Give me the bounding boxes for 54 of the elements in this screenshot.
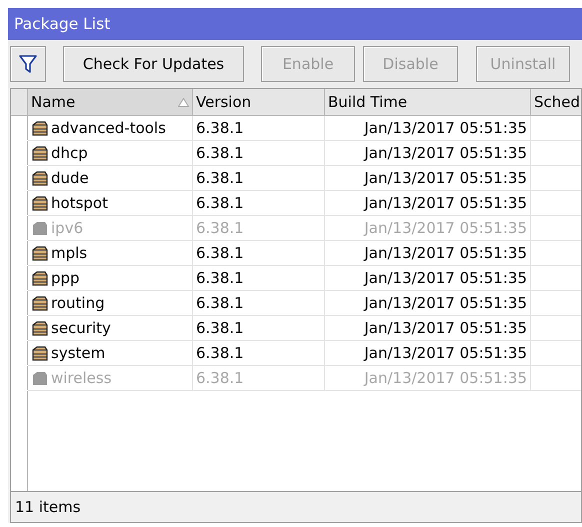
column-header[interactable]: Sched (531, 89, 581, 116)
table-cell: 6.38.1 (193, 216, 325, 241)
table-cell: mpls (28, 241, 193, 266)
table-cell: ipv6 (28, 216, 193, 241)
table-cell: 6.38.1 (193, 341, 325, 366)
column-header[interactable]: Build Time (325, 89, 531, 116)
table-cell: 6.38.1 (193, 166, 325, 191)
table-cell: security (28, 316, 193, 341)
toolbar-button[interactable]: Check For Updates (63, 46, 244, 82)
window-title: Package List (14, 15, 110, 33)
table-cell: wireless (28, 366, 193, 391)
table-cell: system (28, 341, 193, 366)
filter-icon (19, 54, 37, 74)
table-cell: 6.38.1 (193, 366, 325, 391)
item-count: 11 items (15, 498, 81, 516)
table-cell: 6.38.1 (193, 116, 325, 141)
sort-arrow-icon (178, 98, 189, 106)
package-icon (31, 320, 49, 336)
package-icon (31, 270, 49, 286)
table-cell: Jan/13/2017 05:51:35 (325, 191, 531, 216)
filter-button[interactable] (10, 46, 46, 82)
package-icon (31, 296, 49, 310)
table-cell: Jan/13/2017 05:51:35 (325, 116, 531, 141)
table-cell: 6.38.1 (193, 191, 325, 216)
table-cell: Jan/13/2017 05:51:35 (325, 141, 531, 166)
table-cell: 6.38.1 (193, 291, 325, 316)
column-header[interactable]: Version (193, 89, 325, 116)
table-cell: 6.38.1 (193, 316, 325, 341)
table-cell: advanced-tools (28, 116, 193, 141)
table-cell: Jan/13/2017 05:51:35 (325, 166, 531, 191)
package-icon (31, 246, 49, 260)
package-icon (31, 346, 49, 360)
package-icon (31, 170, 49, 186)
package-icon (31, 370, 49, 386)
table-cell: dude (28, 166, 193, 191)
table-cell: ppp (28, 266, 193, 291)
table-cell: Jan/13/2017 05:51:35 (325, 341, 531, 366)
table-cell: dhcp (28, 141, 193, 166)
table-cell: Jan/13/2017 05:51:35 (325, 316, 531, 341)
package-icon (31, 120, 49, 136)
package-icon (31, 220, 49, 236)
package-icon (31, 146, 49, 160)
package-icon (31, 196, 49, 210)
table-cell: 6.38.1 (193, 141, 325, 166)
table-cell: Jan/13/2017 05:51:35 (325, 241, 531, 266)
table-cell: 6.38.1 (193, 266, 325, 291)
table-cell: Jan/13/2017 05:51:35 (325, 291, 531, 316)
column-header[interactable]: Name (28, 89, 193, 116)
table-cell: Jan/13/2017 05:51:35 (325, 366, 531, 391)
table-cell: 6.38.1 (193, 241, 325, 266)
table-cell: hotspot (28, 191, 193, 216)
table-cell: Jan/13/2017 05:51:35 (325, 266, 531, 291)
table-cell: routing (28, 291, 193, 316)
table-cell: Jan/13/2017 05:51:35 (325, 216, 531, 241)
